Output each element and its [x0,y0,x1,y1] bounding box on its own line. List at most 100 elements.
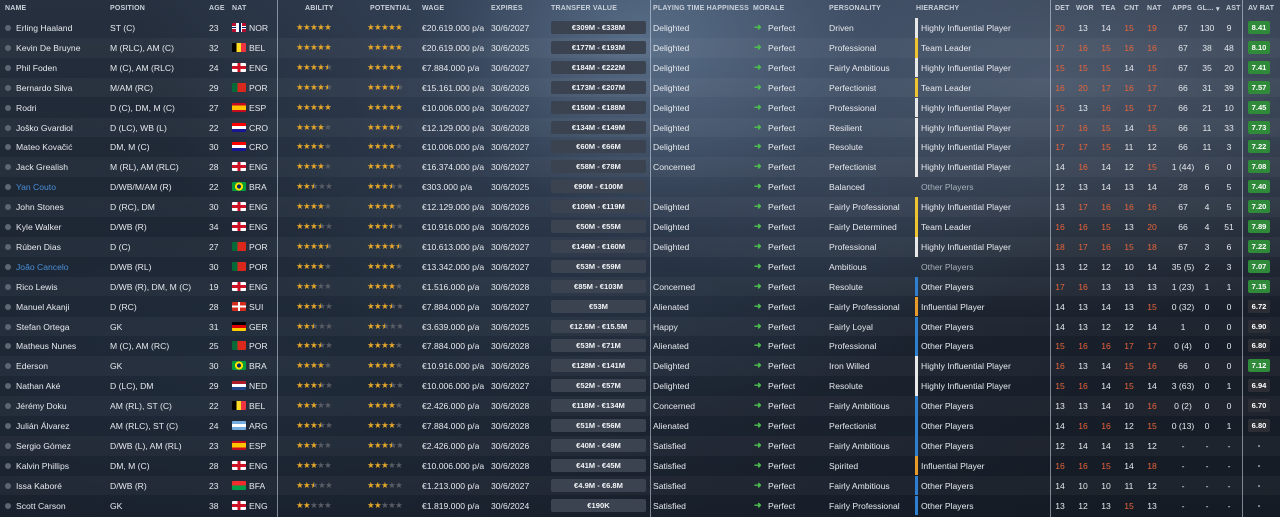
header-ability[interactable]: ABILITY [305,5,334,12]
table-row[interactable]: Sergio Gómez D/WB (L), AM (RL) 23 ESP ★★★★★ ★… [0,435,1280,456]
player-nationality: ENG [249,202,268,213]
player-name[interactable]: Stefan Ortega [16,322,106,332]
table-row[interactable]: Erling Haaland ST (C) 23 NOR ★★★★★ ★★★★★ €20.6… [0,18,1280,38]
morale-up-arrow-icon: ➜ [754,41,762,52]
table-row[interactable]: Matheus Nunes M (C), AM (RC) 25 POR ★★★★★★ ★★… [0,336,1280,357]
player-name[interactable]: Rúben Dias [16,242,106,252]
player-name[interactable]: Phil Foden [16,63,106,73]
header-personality[interactable]: PERSONALITY [829,5,881,12]
header-nationality[interactable]: NAT [232,5,246,12]
table-row[interactable]: Bernardo Silva M/AM (RC) 29 POR ★★★★★★ ★★★★★★… [0,77,1280,98]
header-morale[interactable]: MORALE [753,5,785,12]
player-name[interactable]: Julián Álvarez [16,421,106,431]
player-name[interactable]: Issa Kaboré [16,481,106,491]
player-name[interactable]: Yan Couto [16,182,106,192]
table-row[interactable]: Manuel Akanji D (RC) 28 SUI ★★★★★★ ★★★★★★ €7.8… [0,296,1280,317]
player-name[interactable]: Manuel Akanji [16,302,106,312]
player-name[interactable]: Rico Lewis [16,282,106,292]
table-row[interactable]: Scott Carson GK 38 ENG ★★★★★ ★★★★★ €1.819.000 … [0,495,1280,516]
table-row[interactable]: Mateo Kovačić DM, M (C) 30 CRO ★★★★★ ★★★★★ €10… [0,137,1280,158]
player-name[interactable]: Joško Gvardiol [16,123,106,133]
assists-value: 9 [1226,23,1232,33]
player-nationality: SUI [249,301,264,312]
natural-fitness-value: 15 [1147,122,1157,133]
header-work-rate[interactable]: WOR [1076,5,1094,12]
player-name[interactable]: João Cancelo [16,262,106,272]
header-position[interactable]: POSITION [110,5,145,12]
playing-time-happiness: Delighted [653,241,690,252]
table-row[interactable]: Kalvin Phillips DM, M (C) 28 ENG ★★★★★ ★★★★★ €… [0,455,1280,476]
table-row[interactable]: Rico Lewis D/WB (R), DM, M (C) 19 ENG ★★★★★ ★… [0,276,1280,297]
contract-expires: 30/6/2027 [491,62,530,73]
player-name[interactable]: John Stones [16,202,106,212]
table-row[interactable]: Jérémy Doku AM (RL), ST (C) 22 BEL ★★★★★ ★★★★… [0,396,1280,416]
table-row[interactable]: Kyle Walker D/WB (R) 34 ENG ★★★★★★ ★★★★★★ €10.… [0,217,1280,237]
header-appearances[interactable]: APPS [1172,5,1192,12]
header-determination[interactable]: DET [1055,5,1070,12]
player-name[interactable]: Nathan Aké [16,381,106,391]
header-consistency[interactable]: CNT [1124,5,1139,12]
table-row[interactable]: Julián Álvarez AM (RLC), ST (C) 24 ARG ★★★★★… [0,416,1280,436]
player-name[interactable]: Kevin De Bruyne [16,43,106,53]
player-name[interactable]: Jack Grealish [16,162,106,172]
table-row[interactable]: João Cancelo D/WB (RL) 30 POR ★★★★★ ★★★★★ €13.… [0,257,1280,277]
table-row[interactable]: Rodri D (C), DM, M (C) 27 ESP ★★★★★ ★★★★★ €10.… [0,97,1280,118]
player-age: 27 [209,102,219,113]
header-goals[interactable]: GL... [1197,5,1214,12]
player-name[interactable]: Rodri [16,103,106,113]
morale-up-arrow-icon: ➜ [754,340,762,351]
header-wage[interactable]: WAGE [422,5,444,12]
sort-descending-icon[interactable]: ▾ [1216,5,1220,13]
appearances-value: 66 [1178,82,1188,93]
header-age[interactable]: AGE [209,5,225,12]
player-status-icon [5,243,11,250]
table-row[interactable]: Yan Couto D/WB/M/AM (R) 22 BRA ★★★★★★ ★★★★★★ €… [0,177,1280,197]
average-rating-badge: 6.94 [1248,379,1270,393]
header-potential[interactable]: POTENTIAL [370,5,411,12]
table-row[interactable]: Stefan Ortega GK 31 GER ★★★★★★ ★★★★★★ €3.639.0… [0,316,1280,337]
table-row[interactable]: Joško Gvardiol D (LC), WB (L) 22 CRO ★★★★★ ★★… [0,117,1280,138]
header-average-rating[interactable]: AV RAT [1248,5,1274,12]
player-name[interactable]: Kyle Walker [16,222,106,232]
teamwork-value: 14 [1101,162,1111,173]
table-row[interactable]: Nathan Aké D (LC), DM 29 NED ★★★★★★ ★★★★★★ €10… [0,376,1280,396]
natural-fitness-value: 12 [1147,480,1157,491]
table-row[interactable]: Rúben Dias D (C) 27 POR ★★★★★★ ★★★★★★ €10.613.… [0,236,1280,257]
table-row[interactable]: Kevin De Bruyne M (RLC), AM (C) 32 BEL ★★★★★… [0,37,1280,58]
header-natural-fitness[interactable]: NAT [1147,5,1161,12]
header-playing-time-happiness[interactable]: PLAYING TIME HAPPINESS [653,5,749,12]
natural-fitness-value: 15 [1147,62,1157,73]
header-transfer-value[interactable]: TRANSFER VALUE [551,5,617,12]
player-name[interactable]: Ederson [16,361,106,371]
consistency-value: 13 [1124,222,1134,232]
table-row[interactable]: Jack Grealish M (RL), AM (RLC) 28 ENG ★★★★★ ★… [0,157,1280,177]
player-wage: €20.619.000 p/a [422,42,485,53]
header-hierarchy[interactable]: HIERARCHY [916,5,959,12]
header-expires[interactable]: EXPIRES [491,5,523,12]
work-rate-value: 16 [1078,222,1088,232]
player-name[interactable]: Scott Carson [16,501,106,511]
player-status-icon [5,263,11,270]
player-name[interactable]: Sergio Gómez [16,441,106,451]
player-personality: Spirited [829,460,859,471]
natural-fitness-value: 16 [1147,202,1157,213]
player-name[interactable]: Bernardo Silva [16,83,106,93]
table-row[interactable]: Phil Foden M (C), AM (RLC) 24 ENG ★★★★★★ ★★★★… [0,57,1280,78]
table-row[interactable]: Ederson GK 30 BRA ★★★★★ ★★★★★ €10.916.000 p/a 3… [0,356,1280,376]
player-name[interactable]: Jérémy Doku [16,401,106,411]
squad-hierarchy: Highly Influential Player [921,23,1011,33]
header-teamwork[interactable]: TEA [1101,5,1116,12]
player-personality: Professional [829,241,877,252]
ability-star-rating: ★★★★★★ [296,380,333,391]
table-row[interactable]: John Stones D (RC), DM 30 ENG ★★★★★ ★★★★★ €12.… [0,197,1280,217]
player-name[interactable]: Kalvin Phillips [16,461,106,471]
table-row[interactable]: Issa Kaboré D/WB (R) 23 BFA ★★★★★★ ★★★★★ €1.21… [0,475,1280,496]
player-name[interactable]: Matheus Nunes [16,341,106,351]
header-name[interactable]: NAME [5,5,26,12]
nationality-flag-icon [232,122,246,132]
header-assists[interactable]: AST [1226,5,1241,12]
player-status-icon [5,224,11,230]
player-name[interactable]: Mateo Kovačić [16,142,106,152]
player-name[interactable]: Erling Haaland [16,23,106,33]
player-age: 29 [209,381,219,392]
